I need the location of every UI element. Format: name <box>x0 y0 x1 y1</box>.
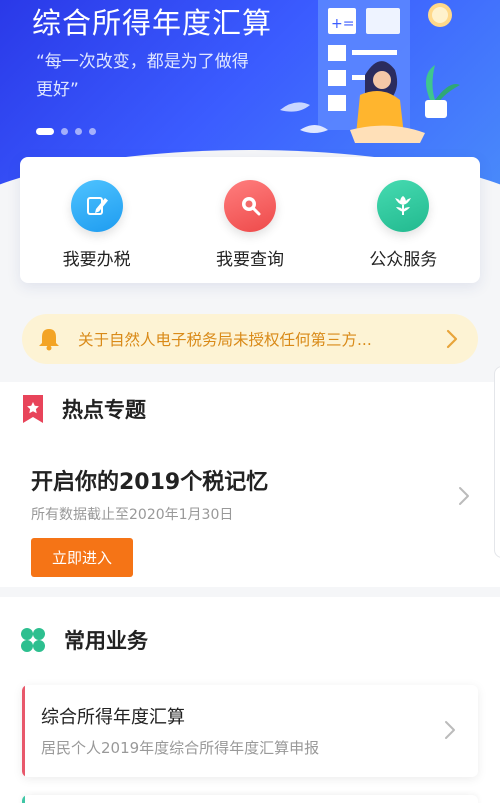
chevron-right-icon <box>446 329 458 349</box>
tulip-icon <box>377 180 430 232</box>
service-label: 我要查询 <box>215 250 284 270</box>
service-shortcuts: 我要办税 我要查询 公众服务 <box>20 157 480 283</box>
carousel-dot[interactable] <box>75 128 82 135</box>
banner-quote: “每一次改变，都是为了做得更好” <box>36 52 249 100</box>
notice-text: 关于自然人电子税务局未授权任何第三方... <box>78 331 372 349</box>
service-label: 我要办税 <box>62 250 131 270</box>
carousel-dot[interactable] <box>61 128 68 135</box>
svg-text:+=: += <box>331 16 354 32</box>
service-public[interactable]: 公众服务 <box>327 157 480 283</box>
carousel-dot[interactable] <box>89 128 96 135</box>
bell-icon <box>39 329 59 351</box>
business-item-title: 综合所得年度汇算 <box>41 707 185 728</box>
section-title: 常用业务 <box>64 629 148 653</box>
clover-icon <box>21 628 45 652</box>
common-business-section: 常用业务 综合所得年度汇算 居民个人2019年度综合所得年度汇算申报 <box>0 597 500 803</box>
business-item-annual-settlement[interactable]: 综合所得年度汇算 居民个人2019年度综合所得年度汇算申报 <box>22 685 478 777</box>
hot-topic-subtitle: 所有数据截止至2020年1月30日 <box>31 507 234 523</box>
banner-title: 综合所得年度汇算 <box>32 6 273 40</box>
enter-now-button[interactable]: 立即进入 <box>31 538 133 577</box>
business-item-next[interactable] <box>22 795 478 803</box>
chevron-right-icon <box>445 721 455 739</box>
banner-illustration: += <box>280 0 460 143</box>
hot-topic-title[interactable]: 开启你的2019个税记忆 <box>31 464 268 496</box>
bookmark-star-icon <box>23 395 43 423</box>
carousel-dot-active[interactable] <box>36 128 54 135</box>
service-label: 公众服务 <box>369 250 438 270</box>
hot-topic-section: 热点专题 开启你的2019个税记忆 所有数据截止至2020年1月30日 立即进入 <box>0 382 500 587</box>
chevron-right-icon[interactable] <box>458 486 470 506</box>
common-business-header: 常用业务 <box>20 625 148 655</box>
side-panel-handle[interactable] <box>494 366 500 558</box>
section-title: 热点专题 <box>62 398 146 422</box>
business-item-subtitle: 居民个人2019年度综合所得年度汇算申报 <box>41 739 320 757</box>
service-file-tax[interactable]: 我要办税 <box>20 157 173 283</box>
carousel-indicator[interactable] <box>36 128 96 135</box>
service-query[interactable]: 我要查询 <box>173 157 326 283</box>
hot-topic-header: 热点专题 <box>22 394 146 424</box>
notice-bar[interactable]: 关于自然人电子税务局未授权任何第三方... <box>22 314 478 364</box>
pen-icon <box>70 180 123 232</box>
magnifier-icon <box>223 180 276 232</box>
